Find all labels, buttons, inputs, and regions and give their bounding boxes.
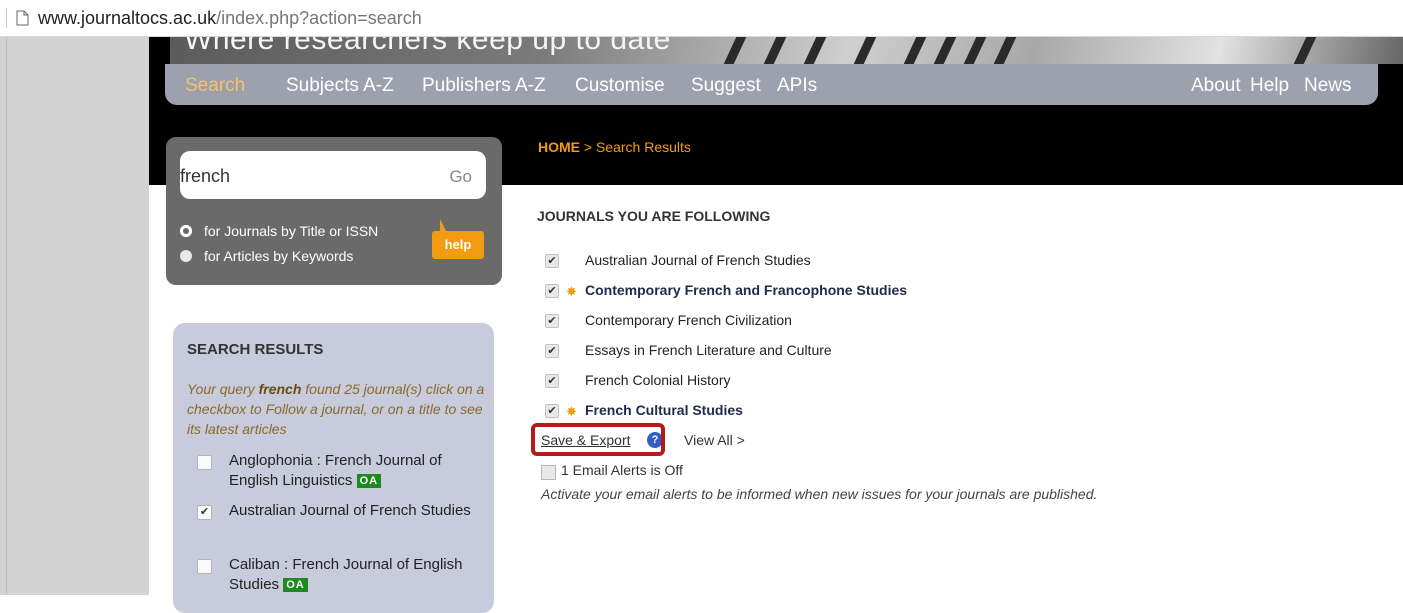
follow-checkbox[interactable]: ✔ xyxy=(545,404,559,418)
search-query: french xyxy=(180,166,231,186)
search-panel: french Go for Journals by Title or ISSN … xyxy=(166,137,502,285)
main-nav: Search Subjects A-Z Publishers A-Z Custo… xyxy=(165,64,1378,105)
results-description: Your query french found 25 journal(s) cl… xyxy=(187,381,485,437)
oa-badge: OA xyxy=(283,578,308,593)
following-heading: JOURNALS YOU ARE FOLLOWING xyxy=(537,208,771,224)
result-checkbox-caliban[interactable] xyxy=(197,559,212,574)
nav-subjects[interactable]: Subjects A-Z xyxy=(286,75,394,97)
results-heading: SEARCH RESULTS xyxy=(187,341,324,358)
url-host: www.journaltocs.ac.uk xyxy=(38,8,217,28)
result-checkbox-anglophonia[interactable] xyxy=(197,455,212,470)
followed-journal[interactable]: Essays in French Literature and Culture xyxy=(585,342,832,358)
nav-news[interactable]: News xyxy=(1304,75,1352,97)
nav-customise[interactable]: Customise xyxy=(575,75,665,97)
new-issue-star-icon: ✸ xyxy=(566,284,577,299)
result-item[interactable]: Australian Journal of French Studies xyxy=(229,501,489,521)
nav-about[interactable]: About xyxy=(1191,75,1241,97)
address-bar[interactable]: www.journaltocs.ac.uk/index.php?action=s… xyxy=(0,0,1403,37)
banner-tagline: Where researchers keep up to date xyxy=(184,37,671,56)
nav-apis[interactable]: APIs xyxy=(777,75,817,97)
highlight-annotation xyxy=(531,423,665,456)
site-banner: Where researchers keep up to date xyxy=(170,37,1403,64)
window-edge xyxy=(6,8,7,28)
search-results-panel: SEARCH RESULTS Your query french found 2… xyxy=(173,323,494,613)
followed-journal[interactable]: Contemporary French Civilization xyxy=(585,312,792,328)
email-alerts-note: Activate your email alerts to be informe… xyxy=(541,486,1098,502)
followed-journal[interactable]: Australian Journal of French Studies xyxy=(585,252,811,268)
new-issue-star-icon: ✸ xyxy=(566,404,577,419)
page-icon xyxy=(16,10,29,26)
radio-journals-label[interactable]: for Journals by Title or ISSN xyxy=(204,223,378,239)
url-text[interactable]: www.journaltocs.ac.uk/index.php?action=s… xyxy=(38,8,422,29)
search-input[interactable]: french Go xyxy=(180,151,486,199)
follow-checkbox[interactable]: ✔ xyxy=(545,254,559,268)
nav-suggest[interactable]: Suggest xyxy=(691,75,761,97)
view-all-link[interactable]: View All > xyxy=(684,432,745,448)
oa-badge: OA xyxy=(356,474,382,489)
help-button[interactable]: help xyxy=(432,219,484,259)
followed-journal[interactable]: French Colonial History xyxy=(585,372,731,388)
nav-publishers[interactable]: Publishers A-Z xyxy=(422,75,546,97)
breadcrumb: HOME > Search Results xyxy=(538,139,691,155)
results-query: french xyxy=(258,381,302,397)
follow-checkbox[interactable]: ✔ xyxy=(545,284,559,298)
nav-help[interactable]: Help xyxy=(1250,75,1289,97)
result-item[interactable]: Anglophonia : French Journal of English … xyxy=(229,451,489,491)
radio-articles[interactable] xyxy=(180,250,192,262)
email-alerts-checkbox[interactable] xyxy=(541,465,556,480)
follow-checkbox[interactable]: ✔ xyxy=(545,344,559,358)
follow-checkbox[interactable]: ✔ xyxy=(545,314,559,328)
url-path: /index.php?action=search xyxy=(216,8,422,28)
nav-search[interactable]: Search xyxy=(185,75,245,97)
followed-journal[interactable]: Contemporary French and Francophone Stud… xyxy=(585,282,907,298)
page-left-gutter xyxy=(0,37,149,595)
email-alerts-status: 1 Email Alerts is Off xyxy=(561,462,683,478)
go-button[interactable]: Go xyxy=(449,167,472,187)
breadcrumb-home[interactable]: HOME xyxy=(538,139,580,155)
breadcrumb-current: Search Results xyxy=(595,139,691,155)
radio-journals[interactable] xyxy=(180,225,192,237)
followed-journal[interactable]: French Cultural Studies xyxy=(585,402,743,418)
result-checkbox-australian[interactable]: ✔ xyxy=(197,505,212,520)
follow-checkbox[interactable]: ✔ xyxy=(545,374,559,388)
radio-articles-label[interactable]: for Articles by Keywords xyxy=(204,248,353,264)
result-item[interactable]: Caliban : French Journal of English Stud… xyxy=(229,555,489,595)
